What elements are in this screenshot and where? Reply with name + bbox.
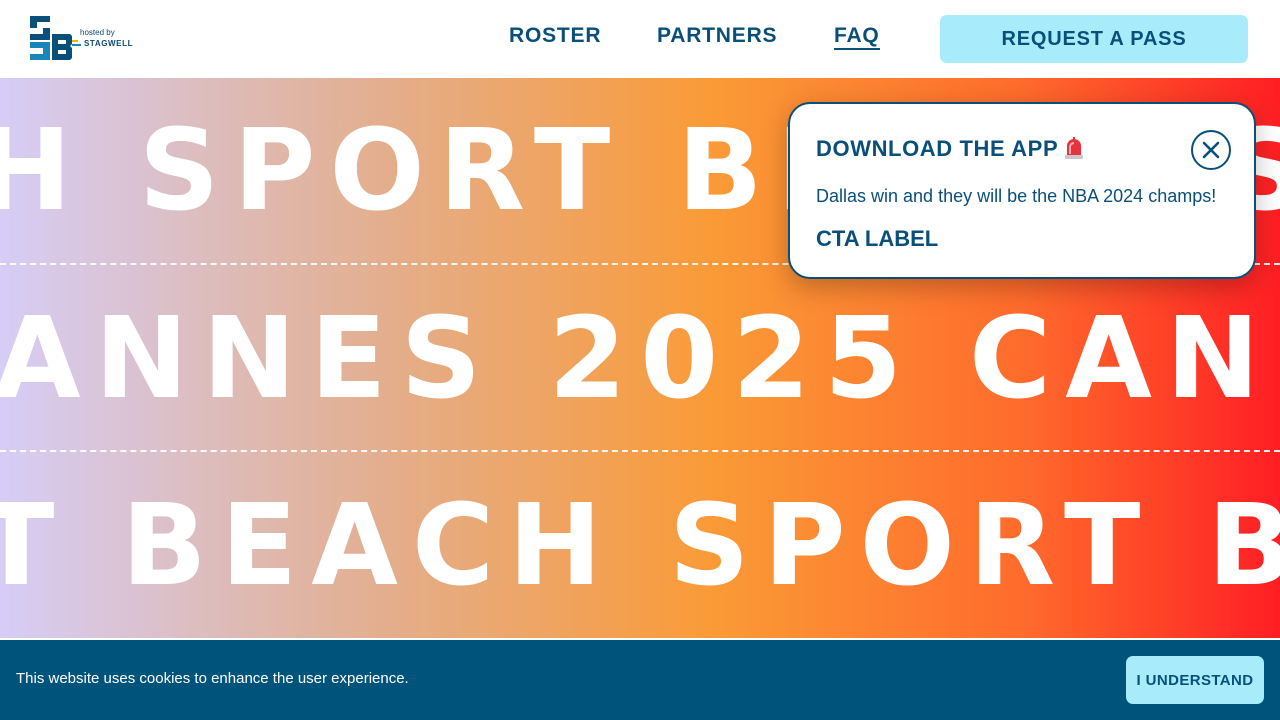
request-pass-button[interactable]: REQUEST A PASS xyxy=(940,15,1248,63)
cookie-message: This website uses cookies to enhance the… xyxy=(16,670,409,687)
popup-close-button[interactable] xyxy=(1191,130,1231,170)
ticker-row-2: ANNES 2025 CANNES 2025 xyxy=(0,294,1280,424)
hosted-by-label: hosted by xyxy=(80,28,115,37)
sb-logo-icon xyxy=(30,16,72,60)
nav-partners[interactable]: PARTNERS xyxy=(657,24,777,48)
close-icon xyxy=(1202,141,1220,159)
nav-faq[interactable]: FAQ xyxy=(834,24,880,50)
nav-roster[interactable]: ROSTER xyxy=(509,24,601,48)
divider-2 xyxy=(0,450,1280,452)
stagwell-icon xyxy=(72,40,81,49)
cookie-banner: This website uses cookies to enhance the… xyxy=(0,640,1280,720)
ticker-row-3: T BEACH SPORT BEACH xyxy=(0,481,1280,611)
site-header: hosted by STAGWELL ROSTER PARTNERS FAQ R… xyxy=(0,0,1280,78)
site-logo[interactable]: hosted by STAGWELL xyxy=(28,14,158,66)
partner-name: STAGWELL xyxy=(84,39,134,48)
popup-message: Dallas win and they will be the NBA 2024… xyxy=(816,186,1217,206)
cookie-accept-button[interactable]: I UNDERSTAND xyxy=(1126,656,1264,704)
popup-cta-link[interactable]: CTA LABEL xyxy=(816,226,938,252)
siren-icon xyxy=(1064,137,1084,159)
popup-title: DOWNLOAD THE APP xyxy=(816,136,1084,162)
popup-title-text: DOWNLOAD THE APP xyxy=(816,136,1059,161)
app-download-popup: DOWNLOAD THE APP Dallas win and they wil… xyxy=(788,102,1256,279)
